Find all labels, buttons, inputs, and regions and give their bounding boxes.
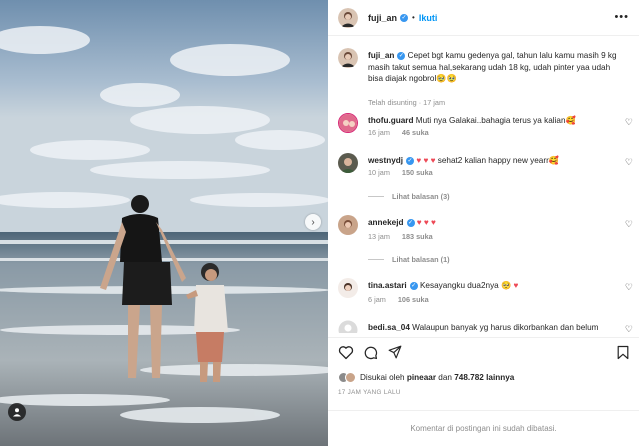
comment-likes[interactable]: 183 suka xyxy=(402,232,433,241)
user-tag-icon[interactable] xyxy=(8,403,26,421)
list-item: thofu.guard Muti nya Galakai..bahagia te… xyxy=(338,113,633,143)
more-icon[interactable]: ••• xyxy=(614,11,629,23)
divider xyxy=(368,259,384,260)
share-icon[interactable] xyxy=(388,345,402,359)
likes-count[interactable]: 748.782 lainnya xyxy=(454,373,514,382)
list-item: westnydj ✓ ♥ ♥ ♥ sehat2 kalian happy new … xyxy=(338,153,633,183)
comment-body: sehat2 kalian happy new yearr🥰 xyxy=(437,156,559,165)
follow-button[interactable]: Ikuti xyxy=(419,13,438,23)
avatar[interactable] xyxy=(338,48,358,68)
likes-prefix: Disukai oleh xyxy=(360,372,405,382)
avatar[interactable] xyxy=(338,113,358,133)
post-side-panel: fuji_an ✓ • Ikuti ••• fuji_an ✓ Cepet bgt… xyxy=(328,0,639,446)
likes-summary[interactable]: Disukai oleh pineaar dan 748.782 lainnya xyxy=(338,370,514,384)
list-item: annekejd ✓ ♥ ♥ ♥ 13 jam 183 suka ♡ xyxy=(338,215,633,245)
liker-avatars xyxy=(338,371,356,383)
verified-icon: ✓ xyxy=(406,156,415,165)
heart-emoji: ♥ ♥ ♥ xyxy=(416,218,436,227)
avatar xyxy=(345,371,356,383)
heart-icon[interactable]: ♡ xyxy=(625,219,633,230)
comment-likes[interactable]: 106 suka xyxy=(398,295,429,304)
comment-likes[interactable]: 46 suka xyxy=(402,128,429,137)
heart-icon[interactable]: ♡ xyxy=(625,282,633,293)
view-replies-label: Lihat balasan (1) xyxy=(392,255,450,264)
avatar[interactable] xyxy=(338,278,358,298)
avatar[interactable] xyxy=(338,320,358,333)
comment-text: thofu.guard Muti nya Galakai..bahagia te… xyxy=(368,115,618,127)
post-media[interactable]: › xyxy=(0,0,328,446)
post-photo xyxy=(0,0,328,446)
comment-meta: 16 jam 46 suka xyxy=(368,128,441,137)
post-username[interactable]: fuji_an xyxy=(368,13,397,23)
heart-emoji: ♥ xyxy=(513,281,519,290)
comment-body: Muti nya Galakai..bahagia terus ya kalia… xyxy=(415,116,576,125)
comment-likes[interactable]: 150 suka xyxy=(402,168,433,177)
separator: • xyxy=(412,13,415,22)
comment-time: 16 jam xyxy=(368,128,390,137)
post-header: fuji_an ✓ • Ikuti ••• xyxy=(328,0,639,36)
comment-username[interactable]: westnydj xyxy=(368,156,403,165)
heart-emoji: ♥ ♥ ♥ xyxy=(416,156,436,165)
comment-text: bedi.sa_04 Walaupun banyak yg harus diko… xyxy=(368,322,618,333)
heart-icon[interactable]: ♡ xyxy=(625,117,633,128)
avatar[interactable] xyxy=(338,215,358,235)
comment-meta: 13 jam 183 suka xyxy=(368,232,445,241)
action-bar xyxy=(328,337,639,365)
comment-username[interactable]: bedi.sa_04 xyxy=(368,323,410,332)
verified-icon: ✓ xyxy=(400,13,409,22)
heart-icon[interactable]: ♡ xyxy=(625,324,633,333)
view-replies-button[interactable]: Lihat balasan (1) xyxy=(368,255,450,264)
comment-time: 10 jam xyxy=(368,168,390,177)
comment-text: westnydj ✓ ♥ ♥ ♥ sehat2 kalian happy new … xyxy=(368,155,618,167)
caption-username[interactable]: fuji_an xyxy=(368,51,394,60)
view-replies-button[interactable]: Lihat balasan (3) xyxy=(368,192,450,201)
caption-body: Cepet bgt kamu gedenya gal, tahun lalu k… xyxy=(368,51,617,83)
next-arrow-icon[interactable]: › xyxy=(305,214,321,230)
caption-timestamp: Telah disunting · 17 jam xyxy=(368,98,446,107)
comments-list[interactable]: fuji_an ✓ Cepet bgt kamu gedenya gal, tah… xyxy=(328,37,639,333)
comment-icon[interactable] xyxy=(363,345,378,360)
heart-icon[interactable] xyxy=(338,345,354,360)
likes-middle: dan xyxy=(438,372,452,382)
heart-icon[interactable]: ♡ xyxy=(625,157,633,168)
list-item: tina.astari ✓ Kesayangku dua2nya 🥺 ♥ 6 ja… xyxy=(338,278,633,308)
caption-text: fuji_an ✓ Cepet bgt kamu gedenya gal, tah… xyxy=(368,50,618,85)
list-item: bedi.sa_04 Walaupun banyak yg harus diko… xyxy=(338,320,633,333)
comment-meta: 6 jam 106 suka xyxy=(368,295,441,304)
verified-icon: ✓ xyxy=(397,51,406,60)
comment-username[interactable]: annekejd xyxy=(368,218,404,227)
comment-body: Walaupun banyak yg harus dikorbankan dan… xyxy=(412,323,599,332)
view-replies-label: Lihat balasan (3) xyxy=(392,192,450,201)
divider xyxy=(368,196,384,197)
comment-time: 13 jam xyxy=(368,232,390,241)
comment-username[interactable]: tina.astari xyxy=(368,281,407,290)
caption: fuji_an ✓ Cepet bgt kamu gedenya gal, tah… xyxy=(338,48,633,108)
comments-restricted-notice: Komentar di postingan ini sudah dibatasi… xyxy=(328,410,639,446)
post-timestamp: 17 JAM YANG LALU xyxy=(338,389,401,396)
verified-icon: ✓ xyxy=(406,218,415,227)
comment-body: Kesayangku dua2nya 🥺 xyxy=(419,281,512,290)
comment-text: tina.astari ✓ Kesayangku dua2nya 🥺 ♥ xyxy=(368,280,618,292)
avatar[interactable] xyxy=(338,7,358,28)
instagram-post-modal: › fuji_an ✓ • Ikuti ••• fuji_an ✓ Cepet … xyxy=(0,0,639,446)
comment-text: annekejd ✓ ♥ ♥ ♥ xyxy=(368,217,618,229)
comment-meta: 10 jam 150 suka xyxy=(368,168,445,177)
bookmark-icon[interactable] xyxy=(617,345,629,360)
caption-meta: Telah disunting · 17 jam xyxy=(368,98,457,107)
comment-username[interactable]: thofu.guard xyxy=(368,116,413,125)
avatar[interactable] xyxy=(338,153,358,173)
verified-icon: ✓ xyxy=(409,281,418,290)
comment-time: 6 jam xyxy=(368,295,386,304)
likes-user[interactable]: pineaar xyxy=(407,373,436,382)
